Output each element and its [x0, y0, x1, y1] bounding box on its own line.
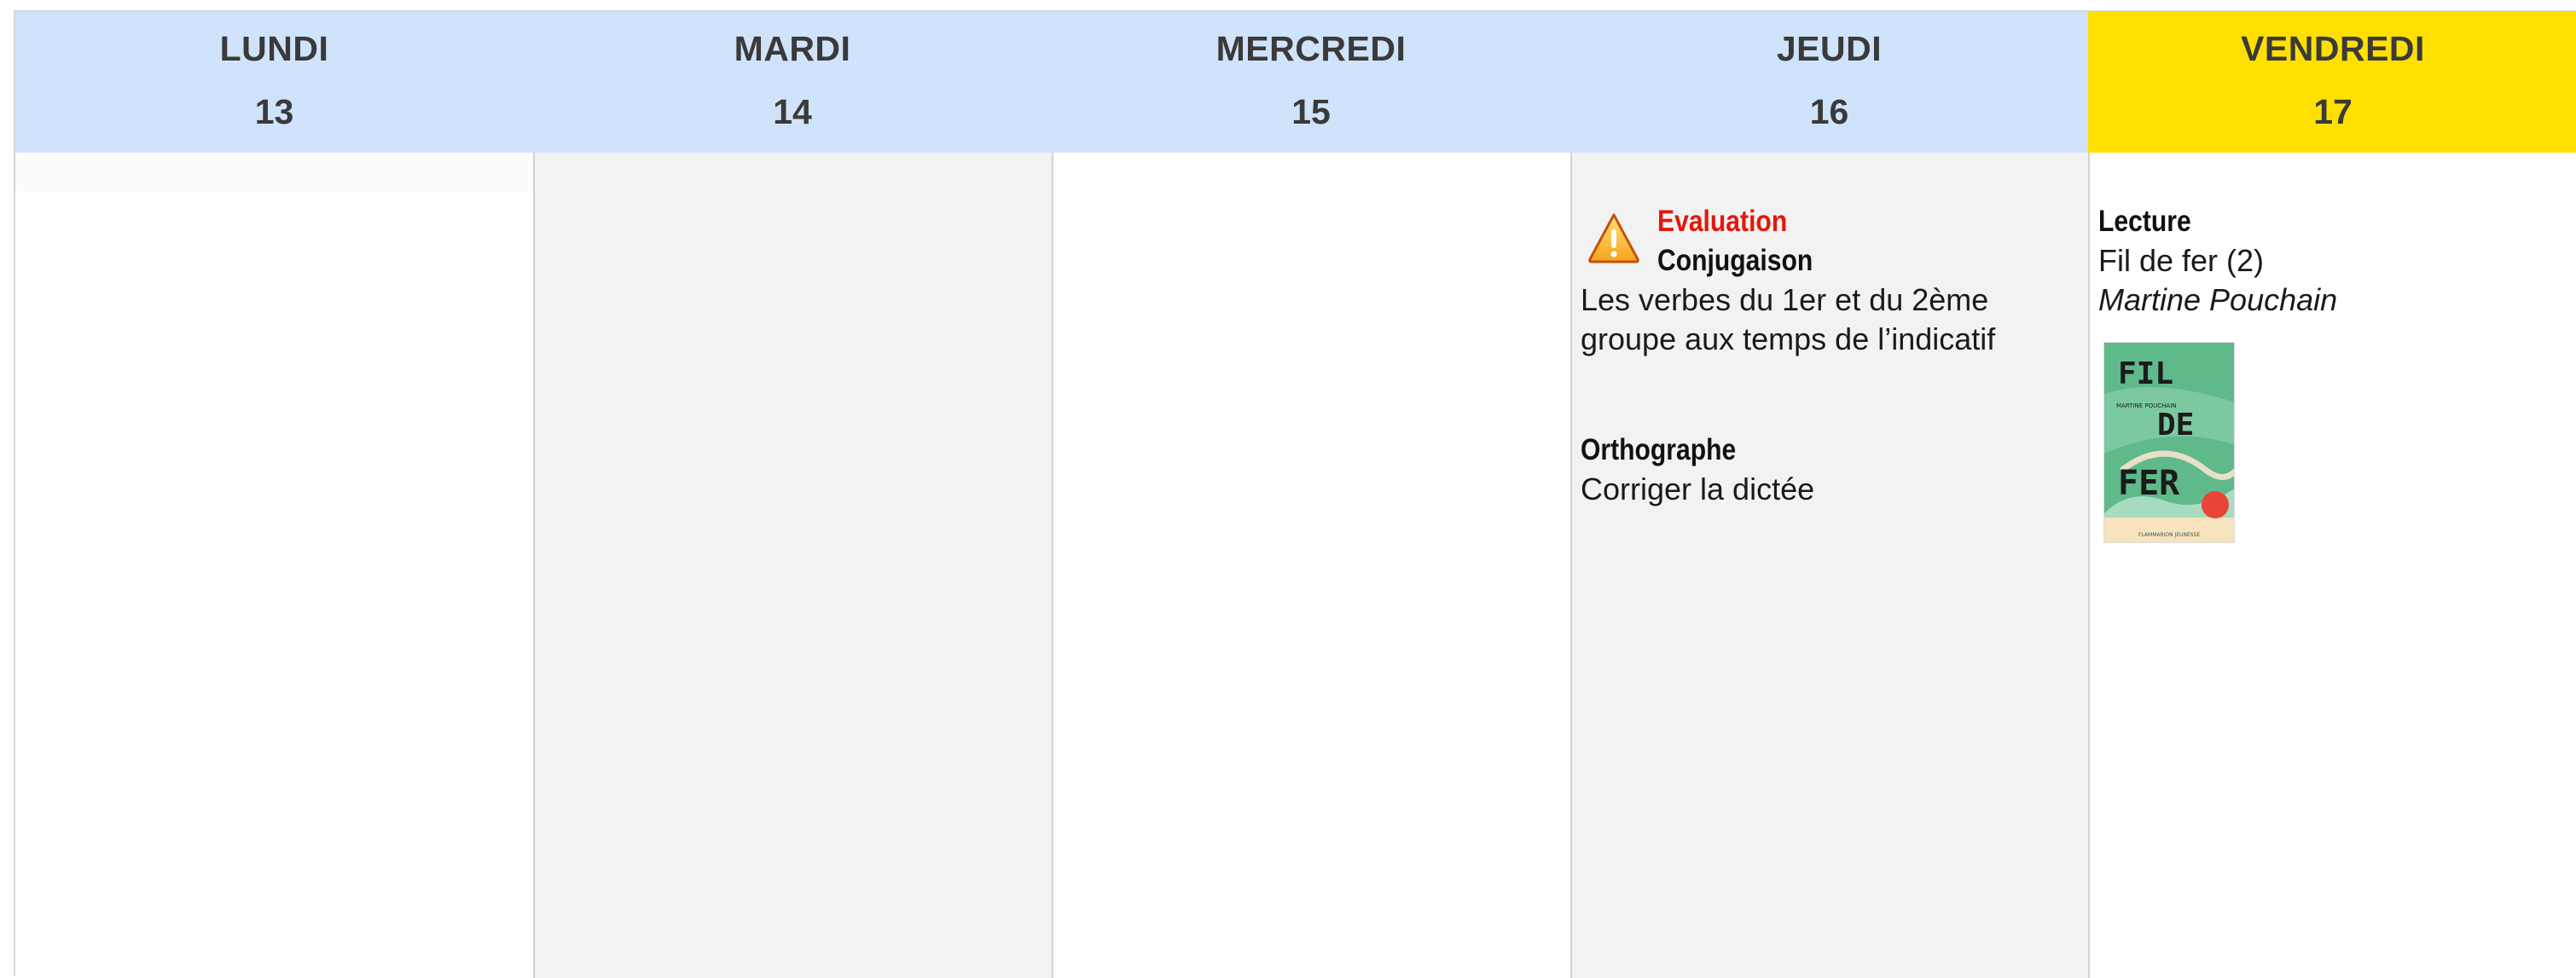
day-header-mardi[interactable]: MARDI 14: [533, 12, 1052, 153]
day-name: MERCREDI: [1215, 29, 1407, 68]
cover-title-line3: FER: [2118, 464, 2180, 503]
evaluation-label: Evaluation: [1657, 205, 1788, 238]
day-header-jeudi[interactable]: JEUDI 16: [1570, 12, 2088, 153]
day-column-vendredi[interactable]: Lecture Fil de fer (2) Martine Pouchain …: [2088, 153, 2576, 978]
subject-conjugaison: Conjugaison: [1657, 244, 1813, 277]
orthographe-description: Corriger la dictée: [1581, 472, 1815, 506]
orthographe-entry[interactable]: Orthographe Corriger la dictée: [1581, 431, 2080, 509]
warning-icon: [1588, 213, 1639, 263]
book-author: Martine Pouchain: [2098, 282, 2338, 317]
evaluation-entry[interactable]: Evaluation Conjugaison: [1657, 202, 1838, 281]
cover-title-line1: FIL: [2118, 356, 2173, 391]
lecture-entry[interactable]: Lecture Fil de fer (2) Martine Pouchain: [2098, 202, 2569, 320]
day-number: 15: [1291, 92, 1331, 131]
book-cover-illustration: FIL DE FER MARTINE POUCHAIN FLAMMARION J…: [2104, 343, 2234, 542]
day-name: MARDI: [734, 29, 851, 68]
day-column-lundi[interactable]: [15, 153, 533, 978]
evaluation-description: Les verbes du 1er et du 2ème groupe aux …: [1581, 281, 2080, 359]
cover-author: MARTINE POUCHAIN: [2116, 402, 2177, 409]
day-number: 14: [773, 92, 812, 131]
day-top-strip: [15, 153, 533, 192]
day-header-mercredi[interactable]: MERCREDI 15: [1052, 12, 1570, 153]
book-title: Fil de fer (2): [2098, 243, 2265, 278]
subject-orthographe: Orthographe: [1581, 433, 1737, 466]
subject-lecture: Lecture: [2098, 205, 2191, 238]
cover-title-line2: DE: [2157, 408, 2194, 443]
day-column-jeudi[interactable]: Evaluation Conjugaison Les verbes du 1er…: [1570, 153, 2088, 978]
day-number: 16: [1809, 92, 1849, 131]
day-column-mercredi[interactable]: [1052, 153, 1570, 978]
cover-publisher: FLAMMARION JEUNESSE: [2138, 532, 2200, 538]
day-number: 17: [2313, 92, 2353, 131]
conjugaison-description: Les verbes du 1er et du 2ème groupe aux …: [1581, 282, 1996, 356]
day-header-vendredi[interactable]: VENDREDI 17: [2088, 12, 2576, 153]
day-name: JEUDI: [1776, 29, 1883, 68]
day-number: 13: [254, 92, 294, 131]
day-name: VENDREDI: [2241, 29, 2425, 68]
week-calendar: LUNDI 13 MARDI 14 MERCREDI 15 JEUDI 16 V…: [14, 10, 2576, 978]
book-cover-image[interactable]: FIL DE FER MARTINE POUCHAIN FLAMMARION J…: [2103, 342, 2235, 543]
day-column-mardi[interactable]: [533, 153, 1052, 978]
day-header-lundi[interactable]: LUNDI 13: [15, 12, 533, 153]
day-name: LUNDI: [219, 29, 329, 68]
